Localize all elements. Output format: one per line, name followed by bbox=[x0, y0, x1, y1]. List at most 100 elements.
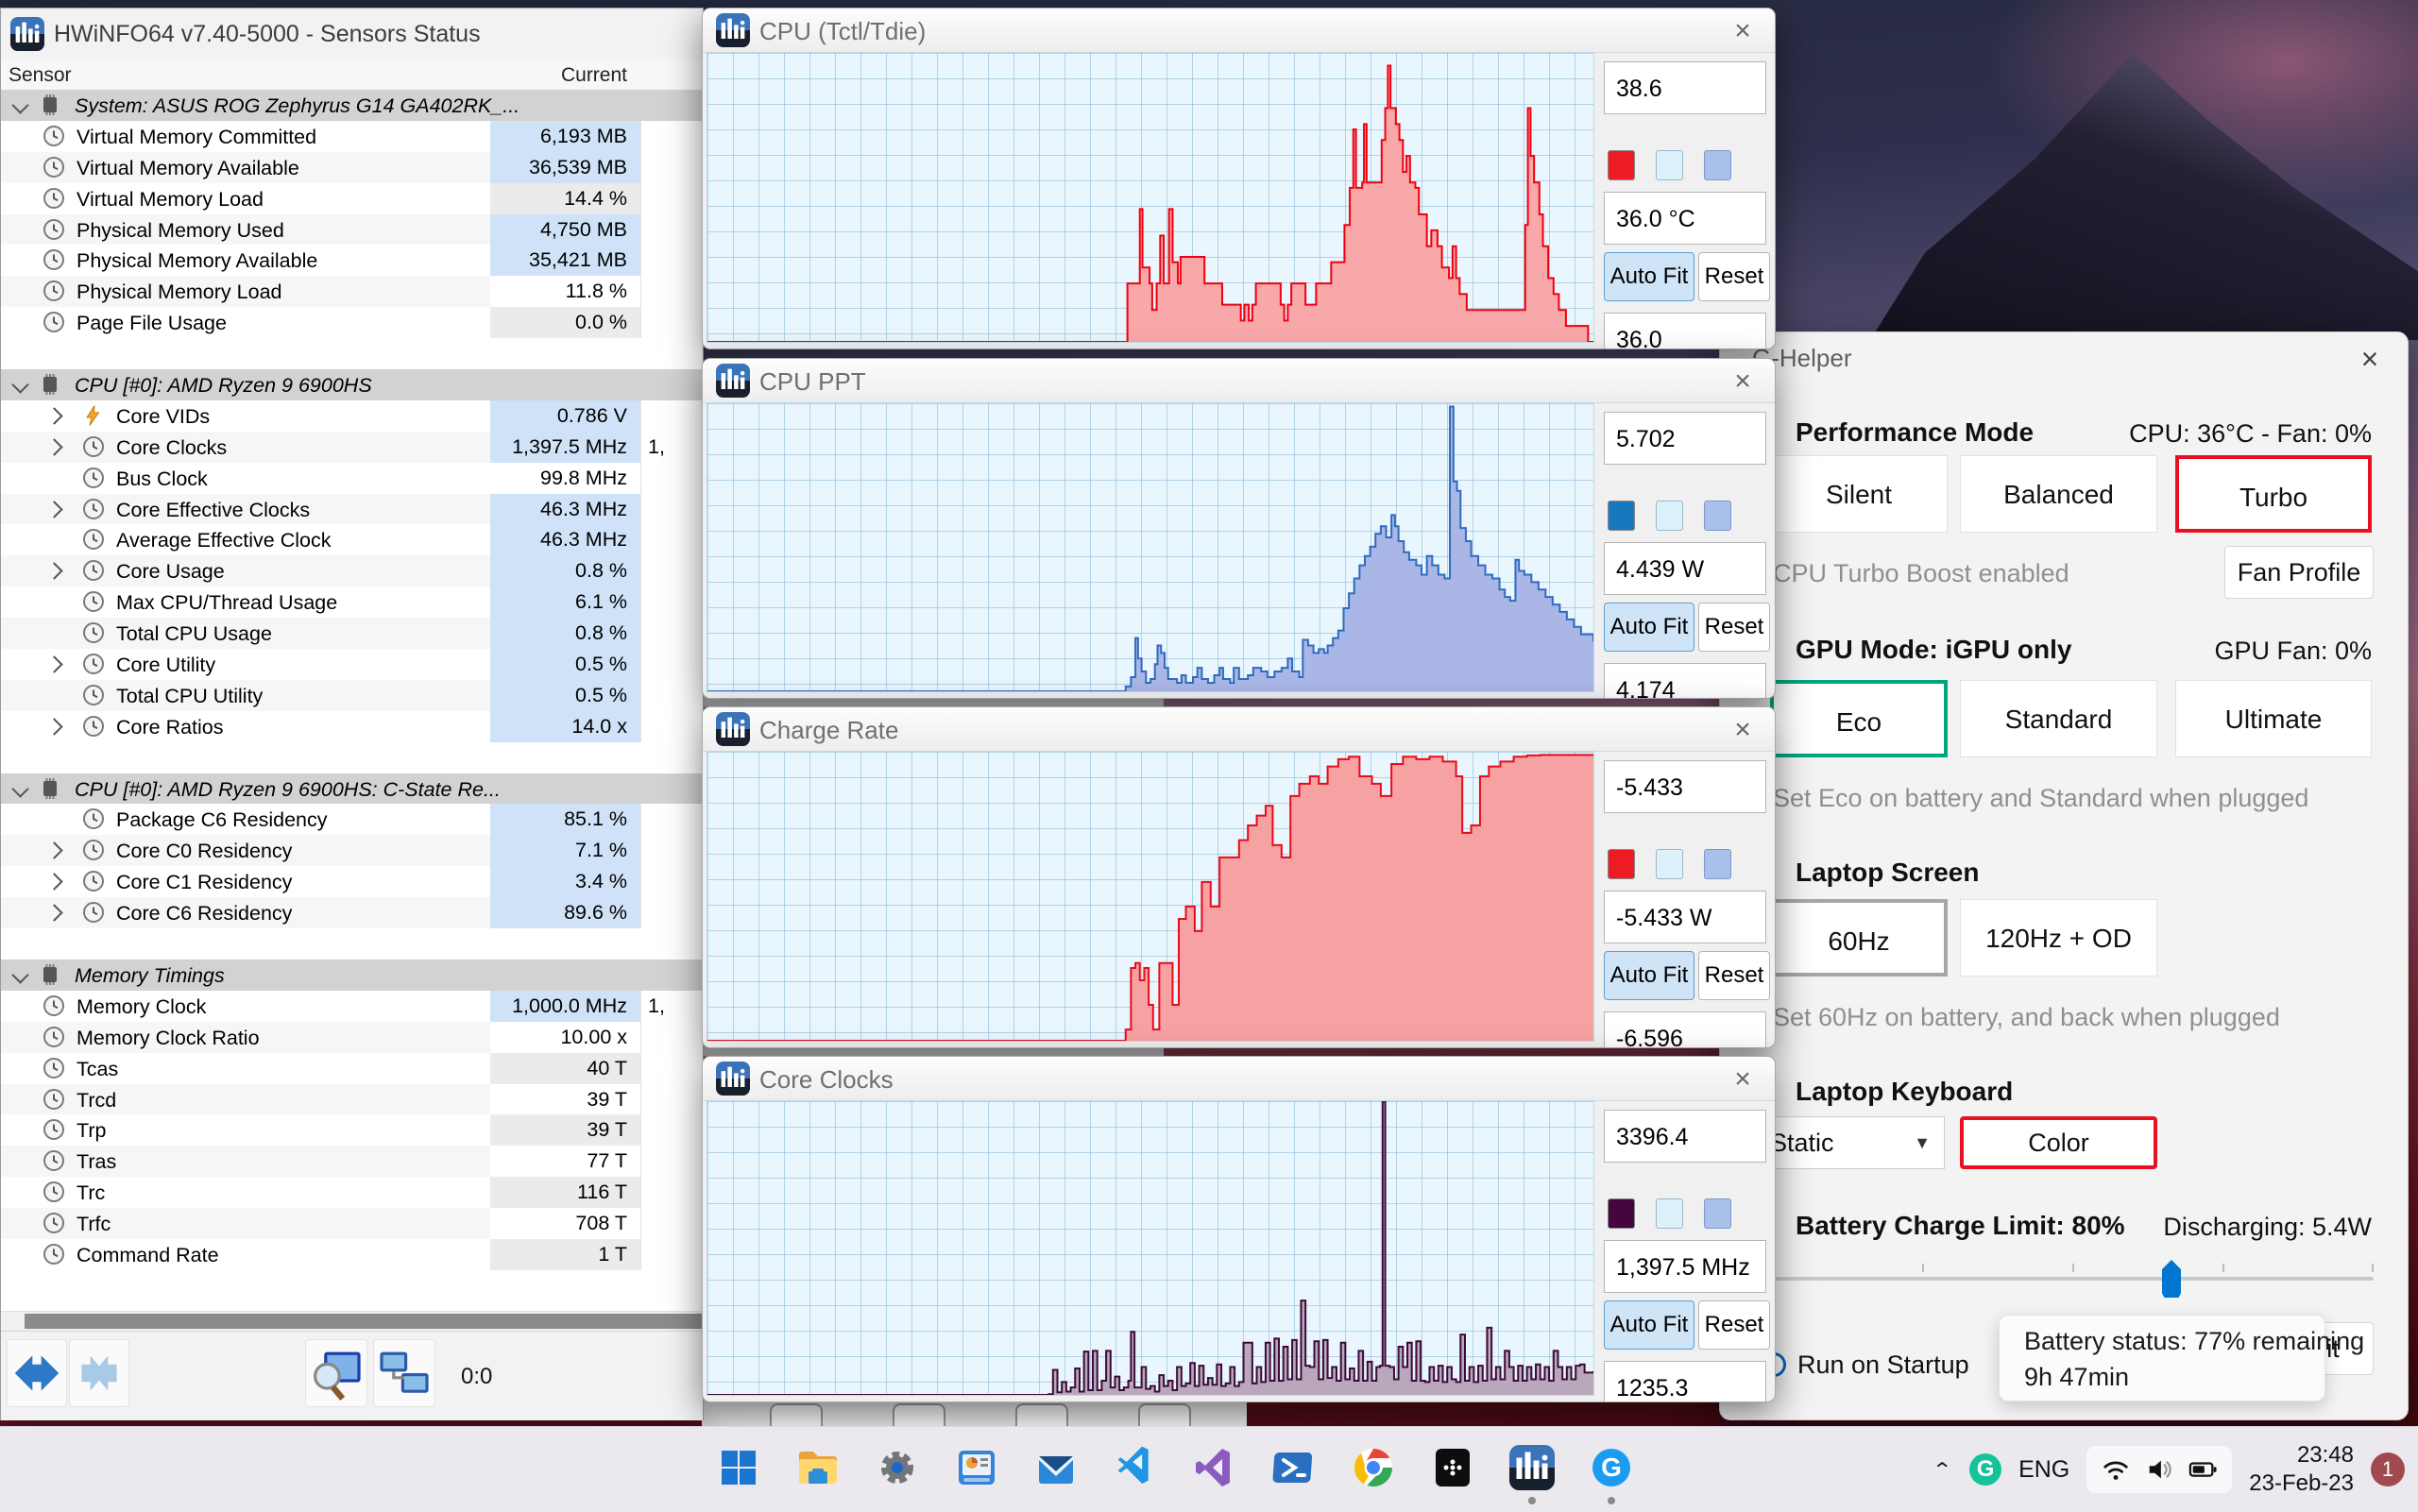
close-icon[interactable]: × bbox=[1726, 365, 1760, 398]
sensor-row[interactable]: Memory Clock Ratio10.00 x bbox=[1, 1022, 703, 1053]
grid-color-swatch[interactable] bbox=[1704, 1198, 1731, 1229]
background-color-swatch[interactable] bbox=[1656, 501, 1683, 531]
file-explorer-icon[interactable] bbox=[790, 1439, 846, 1496]
sensor-row[interactable]: Package C6 Residency85.1 % bbox=[1, 804, 703, 835]
vscode-icon[interactable] bbox=[1107, 1439, 1164, 1496]
sensor-row[interactable]: Core Utility0.5 % bbox=[1, 649, 703, 680]
fan-profile-button[interactable]: Fan Profile bbox=[2224, 546, 2374, 599]
grid-color-swatch[interactable] bbox=[1704, 150, 1731, 180]
sensor-row[interactable]: Command Rate1 T bbox=[1, 1239, 703, 1270]
sensor-row[interactable]: Physical Memory Available35,421 MB bbox=[1, 245, 703, 276]
series-color-swatch[interactable] bbox=[1608, 501, 1635, 531]
chevron-right-icon[interactable] bbox=[45, 563, 62, 580]
remote-monitoring-button[interactable] bbox=[373, 1339, 435, 1407]
chevron-right-icon[interactable] bbox=[45, 874, 62, 891]
chevron-right-icon[interactable] bbox=[45, 501, 62, 518]
settings-gear-icon[interactable] bbox=[869, 1439, 926, 1496]
hwinfo-titlebar[interactable]: HWiNFO64 v7.40-5000 - Sensors Status bbox=[1, 8, 703, 60]
scrollbar-thumb[interactable] bbox=[25, 1314, 703, 1329]
sensor-row[interactable]: Core Usage0.8 % bbox=[1, 555, 703, 586]
sensor-row[interactable]: Virtual Memory Committed6,193 MB bbox=[1, 121, 703, 152]
sensor-row[interactable]: Bus Clock99.8 MHz bbox=[1, 463, 703, 494]
background-color-swatch[interactable] bbox=[1656, 150, 1683, 180]
grammarly-tray-icon[interactable]: G bbox=[1969, 1453, 2001, 1486]
series-color-swatch[interactable] bbox=[1608, 150, 1635, 180]
ultimate-button[interactable]: Ultimate bbox=[2175, 680, 2372, 757]
balanced-button[interactable]: Balanced bbox=[1960, 455, 2157, 533]
horizontal-scrollbar[interactable] bbox=[1, 1311, 703, 1331]
sensor-row[interactable]: Core C6 Residency89.6 % bbox=[1, 897, 703, 928]
sensor-row[interactable]: Physical Memory Load11.8 % bbox=[1, 276, 703, 307]
keyboard-color-button[interactable]: Color bbox=[1960, 1116, 2157, 1169]
visual-studio-icon[interactable] bbox=[1186, 1439, 1243, 1496]
language-indicator[interactable]: ENG bbox=[2018, 1456, 2069, 1484]
sensor-row[interactable]: Core Ratios14.0 x bbox=[1, 711, 703, 742]
sensor-row[interactable]: Core C0 Residency7.1 % bbox=[1, 835, 703, 866]
chevron-right-icon[interactable] bbox=[45, 407, 62, 424]
sensor-group-row[interactable]: System: ASUS ROG Zephyrus G14 GA402RK_..… bbox=[1, 90, 703, 121]
silent-button[interactable]: Silent bbox=[1770, 455, 1948, 533]
close-icon[interactable]: × bbox=[2351, 342, 2389, 377]
reset-button[interactable]: Reset bbox=[1698, 1300, 1770, 1350]
graph-titlebar[interactable]: Charge Rate × bbox=[703, 707, 1775, 752]
eco-button[interactable]: Eco bbox=[1770, 680, 1948, 757]
chevron-down-icon[interactable] bbox=[11, 966, 28, 983]
column-current[interactable]: Current bbox=[490, 64, 627, 87]
standard-button[interactable]: Standard bbox=[1960, 680, 2157, 757]
chrome-icon[interactable] bbox=[1345, 1439, 1402, 1496]
close-icon[interactable]: × bbox=[1726, 15, 1760, 47]
dark-utility-app-icon[interactable] bbox=[1424, 1439, 1481, 1496]
sensor-group-row[interactable]: CPU [#0]: AMD Ryzen 9 6900HS bbox=[1, 369, 703, 400]
chevron-down-icon[interactable] bbox=[11, 780, 28, 797]
background-color-swatch[interactable] bbox=[1656, 1198, 1683, 1229]
graph-titlebar[interactable]: Core Clocks × bbox=[703, 1057, 1775, 1101]
collapse-columns-button[interactable] bbox=[69, 1339, 129, 1407]
sensor-group-row[interactable]: Memory Timings bbox=[1, 960, 703, 991]
chevron-right-icon[interactable] bbox=[45, 438, 62, 455]
chevron-right-icon[interactable] bbox=[45, 842, 62, 859]
sensor-row[interactable]: Core C1 Residency3.4 % bbox=[1, 866, 703, 897]
column-sensor[interactable]: Sensor bbox=[9, 64, 72, 87]
mail-icon[interactable] bbox=[1028, 1439, 1084, 1496]
reset-button[interactable]: Reset bbox=[1698, 951, 1770, 1000]
sensor-row[interactable]: Total CPU Utility0.5 % bbox=[1, 680, 703, 711]
series-color-swatch[interactable] bbox=[1608, 1198, 1635, 1229]
expand-columns-button[interactable] bbox=[7, 1339, 67, 1407]
chevron-right-icon[interactable] bbox=[45, 655, 62, 672]
sensor-row[interactable]: Total CPU Usage0.8 % bbox=[1, 618, 703, 649]
hwinfo-taskbar-icon[interactable] bbox=[1504, 1439, 1560, 1496]
sensor-row[interactable]: Memory Clock1,000.0 MHz1, bbox=[1, 991, 703, 1022]
sensor-group-row[interactable]: CPU [#0]: AMD Ryzen 9 6900HS: C-State Re… bbox=[1, 773, 703, 805]
tray-overflow-chevron-icon[interactable]: ⌃ bbox=[1932, 1458, 1952, 1482]
reset-button[interactable]: Reset bbox=[1698, 252, 1770, 301]
system-summary-button[interactable] bbox=[305, 1339, 367, 1407]
auto-fit-button[interactable]: Auto Fit bbox=[1604, 1300, 1694, 1350]
ghelper-taskbar-icon[interactable]: G bbox=[1583, 1439, 1640, 1496]
sensor-row[interactable]: Core Effective Clocks46.3 MHz bbox=[1, 494, 703, 525]
sensor-row[interactable]: Core Clocks1,397.5 MHz1, bbox=[1, 432, 703, 463]
sensor-row[interactable]: Page File Usage0.0 % bbox=[1, 307, 703, 338]
grid-color-swatch[interactable] bbox=[1704, 501, 1731, 531]
close-icon[interactable]: × bbox=[1726, 1063, 1760, 1096]
background-color-swatch[interactable] bbox=[1656, 849, 1683, 879]
close-icon[interactable]: × bbox=[1726, 714, 1760, 746]
auto-fit-button[interactable]: Auto Fit bbox=[1604, 603, 1694, 652]
sensor-row[interactable]: Trcd39 T bbox=[1, 1084, 703, 1115]
sensor-row[interactable]: Average Effective Clock46.3 MHz bbox=[1, 524, 703, 555]
quick-settings-pill[interactable] bbox=[2086, 1446, 2232, 1493]
sensor-row[interactable]: Virtual Memory Available36,539 MB bbox=[1, 152, 703, 183]
refresh-120hz-button[interactable]: 120Hz + OD bbox=[1960, 899, 2157, 977]
reset-button[interactable]: Reset bbox=[1698, 603, 1770, 652]
battery-limit-slider[interactable] bbox=[1773, 1277, 2374, 1281]
auto-fit-button[interactable]: Auto Fit bbox=[1604, 252, 1694, 301]
auto-fit-button[interactable]: Auto Fit bbox=[1604, 951, 1694, 1000]
grid-color-swatch[interactable] bbox=[1704, 849, 1731, 879]
sensor-row[interactable]: Trc116 T bbox=[1, 1177, 703, 1208]
sensor-row[interactable]: Virtual Memory Load14.4 % bbox=[1, 183, 703, 214]
chevron-down-icon[interactable] bbox=[11, 376, 28, 393]
sensor-row[interactable]: Tras77 T bbox=[1, 1146, 703, 1177]
slider-handle[interactable] bbox=[2162, 1260, 2181, 1298]
start-button[interactable] bbox=[710, 1439, 767, 1496]
task-manager-icon[interactable] bbox=[948, 1439, 1005, 1496]
sensor-row[interactable]: Max CPU/Thread Usage6.1 % bbox=[1, 586, 703, 618]
